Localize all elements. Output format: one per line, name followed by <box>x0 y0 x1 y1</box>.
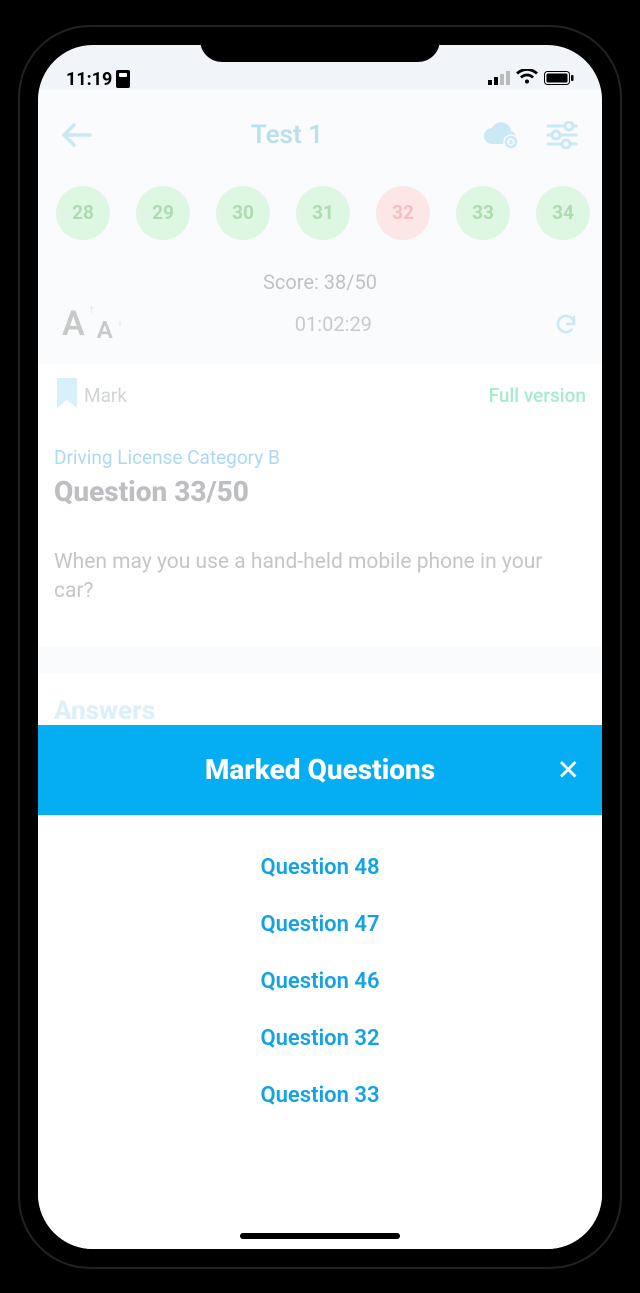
font-size-controls: A A <box>62 304 113 344</box>
question-chips[interactable]: 28 29 30 31 32 33 34 <box>38 160 602 240</box>
question-progress: Question 33/50 <box>54 475 586 508</box>
question-chip[interactable]: 29 <box>136 186 190 240</box>
phone-frame: 11:19 Test 1 <box>20 27 620 1267</box>
modal-title: Marked Questions <box>205 753 435 786</box>
answers-gap <box>38 646 602 674</box>
marked-questions-modal: Marked Questions ✕ Question 48 Question … <box>38 725 602 1249</box>
card-top: Mark Full version <box>54 378 586 414</box>
question-chip[interactable]: 28 <box>56 186 110 240</box>
back-arrow-icon[interactable] <box>62 123 92 147</box>
sim-card-icon <box>116 70 130 88</box>
font-increase-icon[interactable]: A <box>62 304 85 344</box>
question-chip[interactable]: 32 <box>376 186 430 240</box>
status-left: 11:19 <box>66 69 130 90</box>
marked-question-link[interactable]: Question 32 <box>260 1026 379 1051</box>
timer: 01:02:29 <box>295 312 372 336</box>
app-header: Test 1 <box>38 90 602 160</box>
marked-question-link[interactable]: Question 48 <box>260 855 379 880</box>
answers-title: Answers <box>54 696 586 726</box>
question-chip[interactable]: 30 <box>216 186 270 240</box>
control-row: A A 01:02:29 <box>38 294 602 358</box>
wifi-icon <box>516 69 538 90</box>
close-icon[interactable]: ✕ <box>557 753 580 786</box>
category-label: Driving License Category B <box>54 446 586 469</box>
battery-icon <box>544 69 574 90</box>
screen: 11:19 Test 1 <box>38 45 602 1249</box>
page-title: Test 1 <box>251 120 323 150</box>
marked-question-link[interactable]: Question 33 <box>260 1083 379 1108</box>
settings-sliders-icon[interactable] <box>546 121 578 149</box>
status-time: 11:19 <box>66 69 112 90</box>
question-card: Mark Full version Driving License Catego… <box>38 364 602 647</box>
question-chip[interactable]: 34 <box>536 186 590 240</box>
bookmark-icon <box>54 378 80 414</box>
marked-question-link[interactable]: Question 47 <box>260 912 379 937</box>
mark-wrap[interactable]: Mark <box>54 378 127 414</box>
status-right <box>488 69 574 90</box>
font-decrease-icon[interactable]: A <box>97 316 113 344</box>
question-chip[interactable]: 31 <box>296 186 350 240</box>
question-chip[interactable]: 33 <box>456 186 510 240</box>
marked-question-link[interactable]: Question 46 <box>260 969 379 994</box>
refresh-icon[interactable] <box>554 312 578 336</box>
cloud-sync-icon[interactable] <box>482 120 522 150</box>
modal-header: Marked Questions ✕ <box>38 725 602 815</box>
full-version-link[interactable]: Full version <box>489 384 586 407</box>
cellular-icon <box>488 69 510 90</box>
notch <box>200 27 440 62</box>
mark-label: Mark <box>84 384 127 407</box>
home-indicator[interactable] <box>240 1233 400 1239</box>
modal-list: Question 48 Question 47 Question 46 Ques… <box>38 815 602 1148</box>
score-label: Score: 38/50 <box>38 270 602 294</box>
header-actions <box>482 120 578 150</box>
question-text: When may you use a hand-held mobile phon… <box>54 548 586 607</box>
